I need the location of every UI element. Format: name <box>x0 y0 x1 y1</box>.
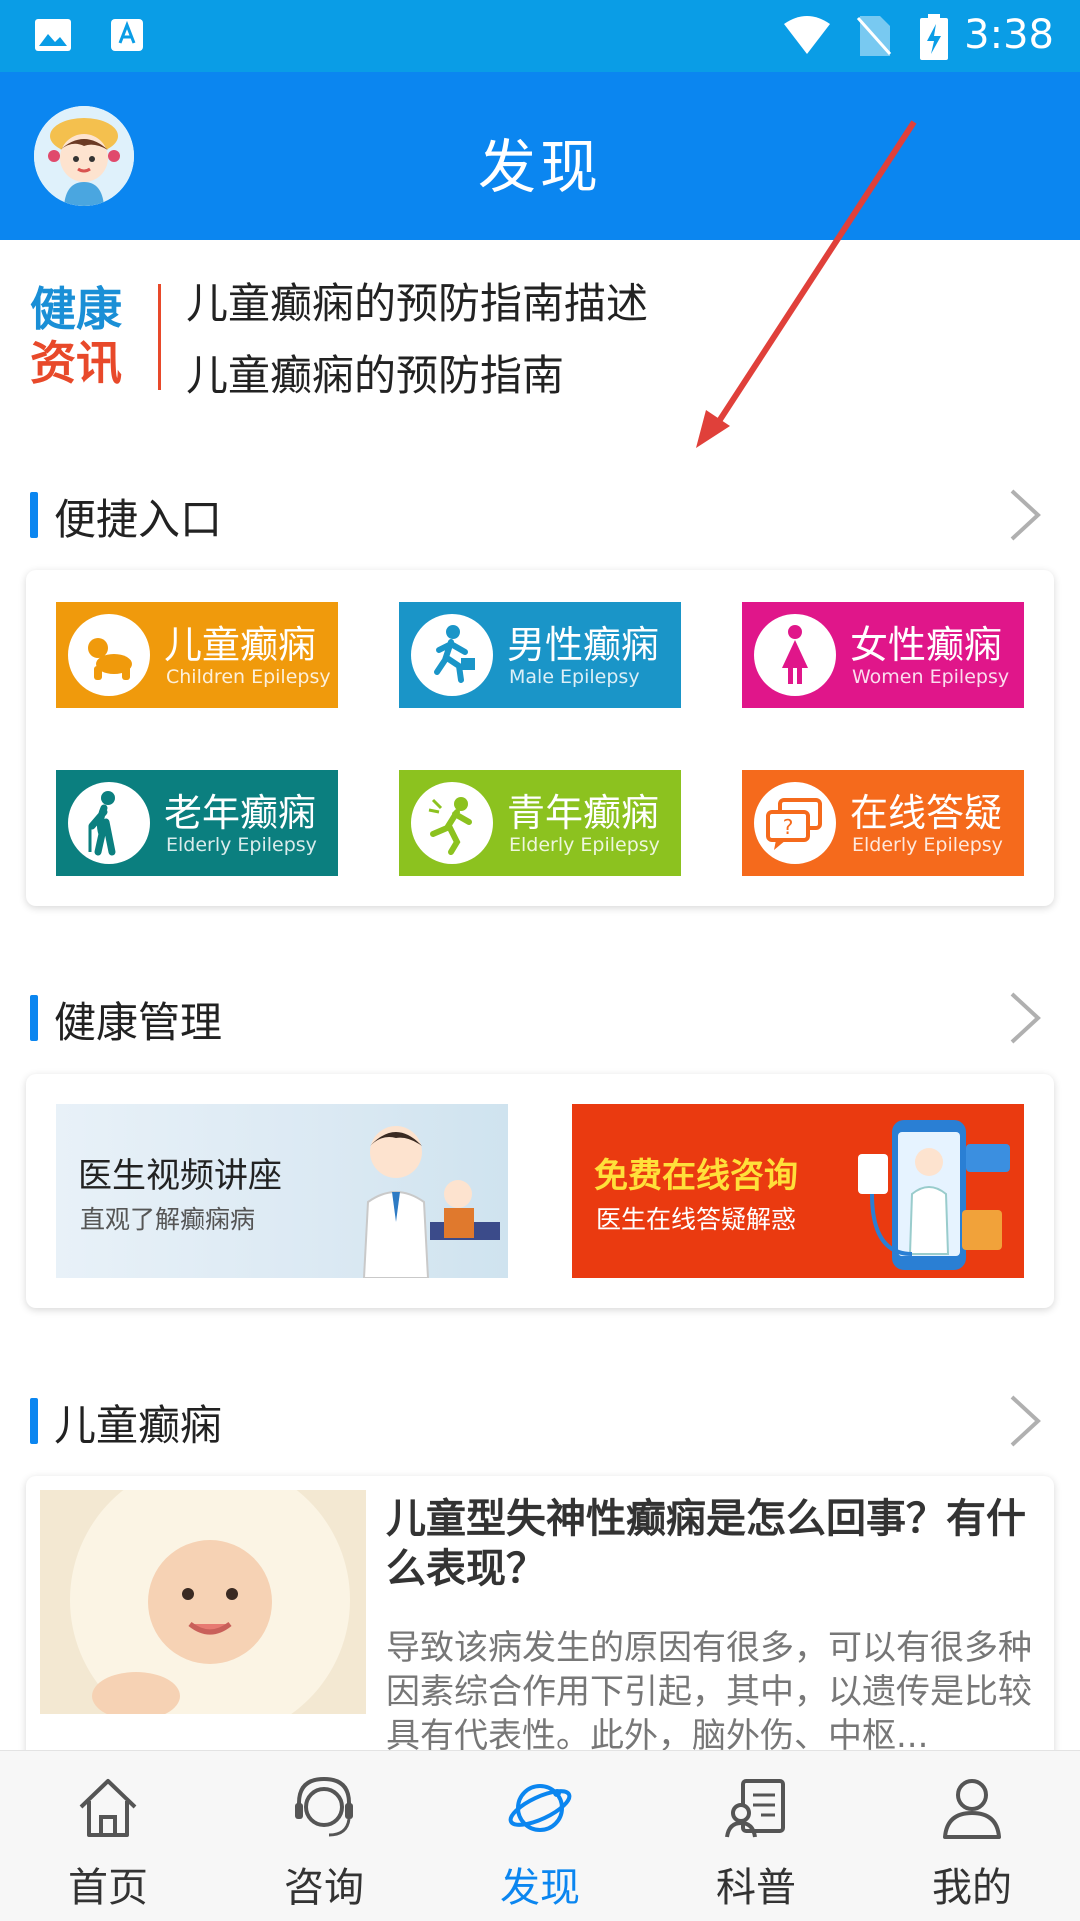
planet-icon <box>508 1784 572 1832</box>
tile-title: 老年癫痫 <box>164 791 317 835</box>
section-accent-bar <box>30 492 38 538</box>
chevron-right-icon[interactable] <box>1008 1394 1042 1448</box>
nav-label: 咨询 <box>284 1865 364 1911</box>
tile-male-epilepsy[interactable]: 男性癫痫 Male Epilepsy <box>399 602 681 708</box>
woman-icon <box>782 625 808 684</box>
news-item[interactable]: 儿童癫痫的预防指南描述 <box>186 270 648 331</box>
health-news-ticker[interactable]: 健康 资讯 儿童癫痫的预防指南描述 儿童癫痫的预防指南 <box>0 240 1080 440</box>
app-store-icon <box>111 19 143 51</box>
doctor-illustration-icon <box>362 1126 500 1278</box>
tile-subtitle: Male Epilepsy <box>509 666 640 688</box>
logo-line-2: 资讯 <box>30 336 122 390</box>
tile-subtitle: Children Epilepsy <box>166 666 331 688</box>
nav-label: 我的 <box>932 1865 1012 1911</box>
nav-item-profile[interactable]: 我的 <box>864 1751 1080 1921</box>
no-sim-icon <box>856 16 892 56</box>
crawling-baby-icon <box>88 638 132 680</box>
bottom-nav: 首页 咨询 发现 科普 我的 <box>0 1750 1080 1921</box>
tile-online-qa[interactable]: ? 在线答疑 Elderly Epilepsy <box>742 770 1024 876</box>
article-thumbnail <box>40 1490 366 1714</box>
nav-item-science[interactable]: 科普 <box>648 1751 864 1921</box>
tile-youth-epilepsy[interactable]: 青年癫痫 Elderly Epilepsy <box>399 770 681 876</box>
tile-icon-bg <box>411 782 493 864</box>
health-mgmt-card: 医生视频讲座 直观了解癫痫病 免费在线咨询 医生在线答疑解惑 <box>26 1074 1054 1308</box>
tile-subtitle: Elderly Epilepsy <box>852 834 1003 856</box>
article-title: 儿童型失神性癫痫是怎么回事？有什么表现？ <box>386 1496 1026 1592</box>
elderly-person-icon <box>88 791 116 856</box>
science-icon <box>725 1779 785 1838</box>
tile-elderly-epilepsy[interactable]: 老年癫痫 Elderly Epilepsy <box>56 770 338 876</box>
nav-item-home[interactable]: 首页 <box>0 1751 216 1921</box>
nav-item-consult[interactable]: 咨询 <box>216 1751 432 1921</box>
banner-subtitle: 医生在线答疑解惑 <box>596 1205 797 1234</box>
profile-icon <box>943 1779 1001 1839</box>
battery-charging-icon <box>920 14 948 60</box>
section-accent-bar <box>30 995 38 1041</box>
baby-photo-icon <box>40 1490 366 1714</box>
tile-children-epilepsy[interactable]: 儿童癫痫 Children Epilepsy <box>56 602 338 708</box>
tile-title: 女性癫痫 <box>850 623 1003 667</box>
clock: 3:38 <box>964 12 1054 58</box>
phone-doctor-icon <box>858 1120 1010 1270</box>
health-mgmt-header[interactable]: 健康管理 <box>0 983 1080 1053</box>
nav-label: 发现 <box>500 1865 580 1911</box>
article-card[interactable]: 儿童型失神性癫痫是怎么回事？有什么表现？ 导致该病发生的原因有很多，可以有很多种… <box>26 1476 1054 1776</box>
tile-title: 男性癫痫 <box>507 623 660 667</box>
children-epilepsy-header[interactable]: 儿童癫痫 <box>0 1386 1080 1456</box>
tile-title: 在线答疑 <box>850 791 1003 835</box>
tile-icon-bg <box>411 614 493 696</box>
tile-subtitle: Elderly Epilepsy <box>509 834 660 856</box>
nav-label: 科普 <box>716 1865 796 1911</box>
free-consult-banner[interactable]: 免费在线咨询 医生在线答疑解惑 <box>572 1104 1024 1278</box>
tile-icon-bg <box>68 782 150 864</box>
section-title: 儿童癫痫 <box>54 1401 223 1450</box>
tile-title: 青年癫痫 <box>507 791 660 835</box>
svg-text:?: ? <box>783 815 794 839</box>
status-bar: 3:38 <box>0 0 1080 72</box>
news-divider <box>158 284 161 390</box>
logo-line-1: 健康 <box>30 282 122 336</box>
quick-entry-card: 儿童癫痫 Children Epilepsy 男性癫痫 Male Epileps… <box>26 570 1054 906</box>
quick-entry-header[interactable]: 便捷入口 <box>0 480 1080 550</box>
home-icon <box>79 1779 137 1837</box>
running-man-icon <box>434 625 475 683</box>
tile-icon-bg <box>754 614 836 696</box>
article-excerpt: 导致该病发生的原因有很多，可以有很多种因素综合作用下引起，其中，以遗传是比较具有… <box>386 1628 1032 1756</box>
section-accent-bar <box>30 1398 38 1444</box>
page-title: 发现 <box>477 133 602 201</box>
gallery-icon <box>35 19 71 51</box>
news-item[interactable]: 儿童癫痫的预防指南 <box>186 342 564 403</box>
section-title: 便捷入口 <box>54 495 223 544</box>
banner-title: 免费在线咨询 <box>594 1156 798 1196</box>
falling-youth-icon <box>428 797 472 855</box>
section-title: 健康管理 <box>54 998 223 1047</box>
headset-icon <box>295 1776 353 1837</box>
wifi-icon <box>784 16 830 54</box>
video-lecture-banner[interactable]: 医生视频讲座 直观了解癫痫病 <box>56 1104 508 1278</box>
tile-subtitle: Women Epilepsy <box>852 666 1010 688</box>
tile-title: 儿童癫痫 <box>164 623 317 667</box>
chat-question-icon: ? <box>766 798 822 850</box>
tile-women-epilepsy[interactable]: 女性癫痫 Women Epilepsy <box>742 602 1024 708</box>
tile-subtitle: Elderly Epilepsy <box>166 834 317 856</box>
nav-item-discover[interactable]: 发现 <box>432 1751 648 1921</box>
chevron-right-icon[interactable] <box>1008 991 1042 1045</box>
nav-label: 首页 <box>68 1865 148 1911</box>
banner-title: 医生视频讲座 <box>78 1156 282 1196</box>
health-news-logo: 健康 资讯 <box>30 282 140 390</box>
tile-icon-bg: ? <box>754 782 836 864</box>
app-bar: 发现 <box>0 72 1080 240</box>
banner-subtitle: 直观了解癫痫病 <box>80 1205 256 1234</box>
chevron-right-icon[interactable] <box>1008 488 1042 542</box>
tile-icon-bg <box>68 614 150 696</box>
